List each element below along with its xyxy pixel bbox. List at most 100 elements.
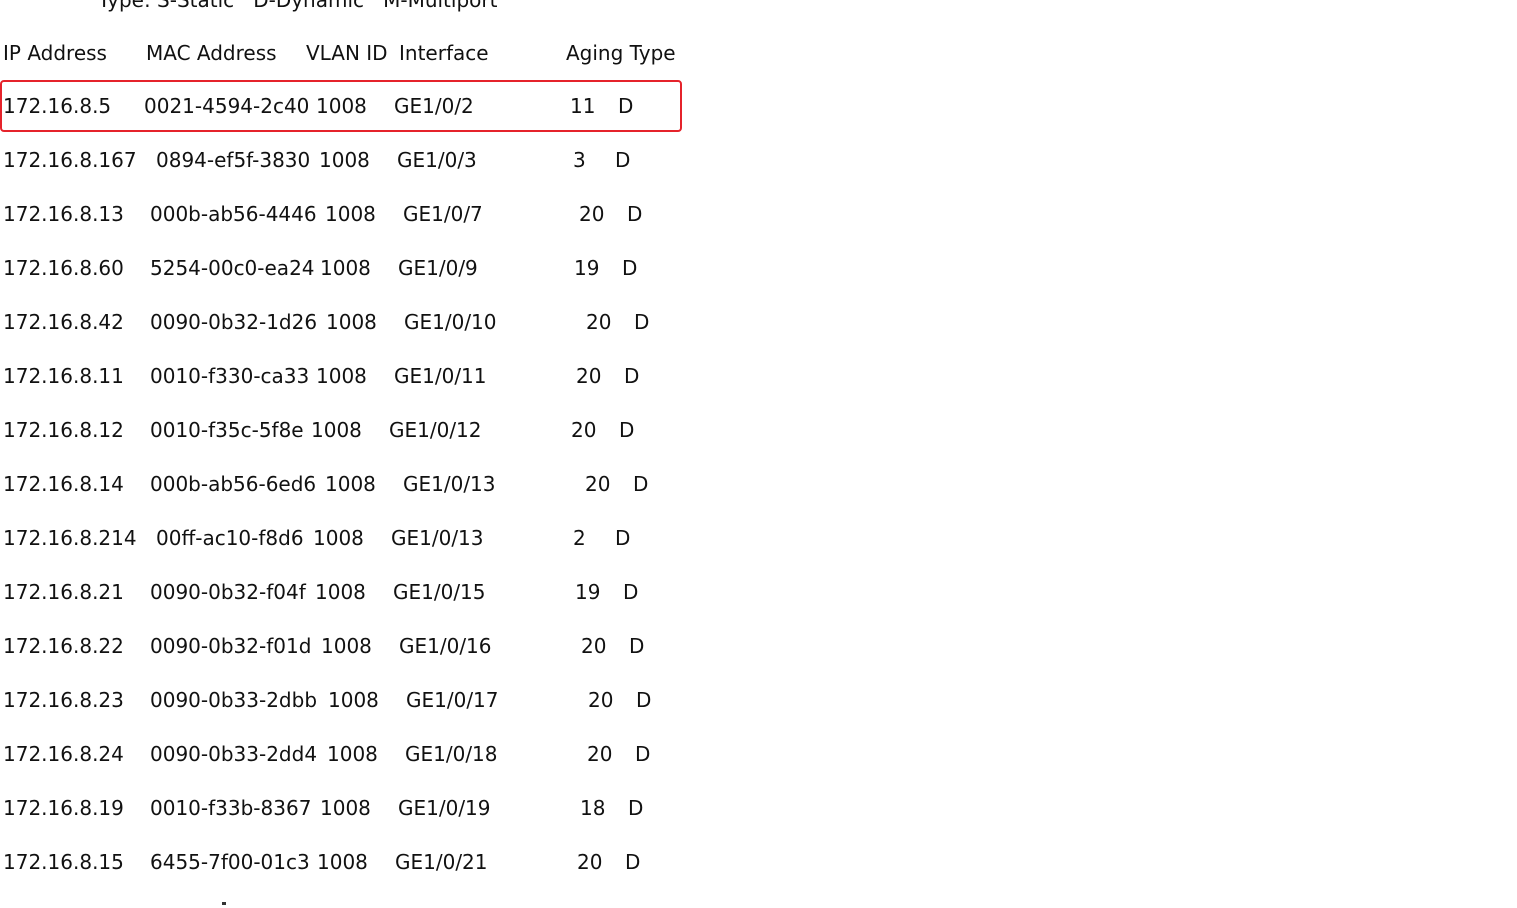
type-cell: D xyxy=(634,310,650,334)
vlan-cell: 1008 xyxy=(328,688,379,712)
table-row: 172.16.8.22 0090-0b32-f01d 1008 GE1/0/16 20 D xyxy=(3,631,703,661)
header-mac-address: MAC Address xyxy=(146,41,277,65)
vlan-cell: 1008 xyxy=(320,796,371,820)
ip-cell: 172.16.8.24 xyxy=(3,742,124,766)
mac-cell: 0090-0b33-2dd4 xyxy=(150,742,318,766)
table-row: 172.16.8.15 6455-7f00-01c3 1008 GE1/0/21 20 D xyxy=(3,847,703,877)
table-row: 172.16.8.11 0010-f330-ca33 1008 GE1/0/11 20 D xyxy=(3,361,703,391)
table-row: 172.16.8.167 0894-ef5f-3830 1008 GE1/0/3 3 D xyxy=(3,145,703,175)
interface-cell: GE1/0/13 xyxy=(403,472,496,496)
interface-cell: GE1/0/13 xyxy=(391,526,484,550)
vlan-cell: 1008 xyxy=(316,364,367,388)
type-cell: D xyxy=(619,418,635,442)
interface-cell: GE1/0/18 xyxy=(405,742,498,766)
type-cell: D xyxy=(636,688,652,712)
clipped-text-fragment xyxy=(222,902,226,905)
vlan-cell: 1008 xyxy=(320,256,371,280)
mac-cell: 0894-ef5f-3830 xyxy=(156,148,311,172)
interface-cell: GE1/0/11 xyxy=(394,364,487,388)
aging-cell: 11 xyxy=(570,94,596,118)
table-row: 172.16.8.42 0090-0b32-1d26 1008 GE1/0/10 20 D xyxy=(3,307,703,337)
vlan-cell: 1008 xyxy=(315,580,366,604)
aging-cell: 20 xyxy=(586,310,612,334)
vlan-cell: 1008 xyxy=(319,148,370,172)
ip-cell: 172.16.8.15 xyxy=(3,850,124,874)
table-row: 172.16.8.21 0090-0b32-f04f 1008 GE1/0/15 19 D xyxy=(3,577,703,607)
interface-cell: GE1/0/19 xyxy=(398,796,491,820)
table-row: 172.16.8.13 000b-ab56-4446 1008 GE1/0/7 20 D xyxy=(3,199,703,229)
type-cell: D xyxy=(624,364,640,388)
type-cell: D xyxy=(633,472,649,496)
vlan-cell: 1008 xyxy=(325,472,376,496)
ip-cell: 172.16.8.11 xyxy=(3,364,124,388)
aging-cell: 20 xyxy=(579,202,605,226)
table-row: 172.16.8.19 0010-f33b-8367 1008 GE1/0/19 18 D xyxy=(3,793,703,823)
aging-cell: 20 xyxy=(587,742,613,766)
table-row: 172.16.8.60 5254-00c0-ea24 1008 GE1/0/9 19 D xyxy=(3,253,703,283)
header-vlan-id: VLAN ID xyxy=(306,41,388,65)
table-row: 172.16.8.214 00ff-ac10-f8d6 1008 GE1/0/13 2 D xyxy=(3,523,703,553)
aging-cell: 19 xyxy=(574,256,600,280)
interface-cell: GE1/0/15 xyxy=(393,580,486,604)
mac-cell: 0010-f330-ca33 xyxy=(150,364,310,388)
vlan-cell: 1008 xyxy=(313,526,364,550)
mac-cell: 000b-ab56-6ed6 xyxy=(150,472,317,496)
type-cell: D xyxy=(628,796,644,820)
ip-cell: 172.16.8.5 xyxy=(3,94,112,118)
ip-cell: 172.16.8.12 xyxy=(3,418,124,442)
interface-cell: GE1/0/17 xyxy=(406,688,499,712)
interface-cell: GE1/0/2 xyxy=(394,94,474,118)
ip-cell: 172.16.8.23 xyxy=(3,688,124,712)
interface-cell: GE1/0/21 xyxy=(395,850,488,874)
ip-cell: 172.16.8.13 xyxy=(3,202,124,226)
vlan-cell: 1008 xyxy=(317,850,368,874)
aging-cell: 20 xyxy=(571,418,597,442)
vlan-cell: 1008 xyxy=(327,742,378,766)
interface-cell: GE1/0/3 xyxy=(397,148,477,172)
aging-cell: 2 xyxy=(573,526,586,550)
type-cell: D xyxy=(623,580,639,604)
aging-cell: 20 xyxy=(581,634,607,658)
mac-cell: 0010-f35c-5f8e xyxy=(150,418,304,442)
table-row: 172.16.8.23 0090-0b33-2dbb 1008 GE1/0/17 20 D xyxy=(3,685,703,715)
ip-cell: 172.16.8.214 xyxy=(3,526,137,550)
table-row: 172.16.8.24 0090-0b33-2dd4 1008 GE1/0/18 20 D xyxy=(3,739,703,769)
interface-cell: GE1/0/7 xyxy=(403,202,483,226)
vlan-cell: 1008 xyxy=(325,202,376,226)
type-cell: D xyxy=(625,850,641,874)
aging-cell: 18 xyxy=(580,796,606,820)
ip-cell: 172.16.8.42 xyxy=(3,310,124,334)
header-ip-address: IP Address xyxy=(3,41,107,65)
type-cell: D xyxy=(618,94,634,118)
type-cell: D xyxy=(622,256,638,280)
header-aging-type: Aging Type xyxy=(566,41,676,65)
table-row: 172.16.8.14 000b-ab56-6ed6 1008 GE1/0/13 20 D xyxy=(3,469,703,499)
mac-cell: 0090-0b32-f01d xyxy=(150,634,312,658)
mac-cell: 00ff-ac10-f8d6 xyxy=(156,526,304,550)
aging-cell: 20 xyxy=(576,364,602,388)
interface-cell: GE1/0/10 xyxy=(404,310,497,334)
mac-cell: 0010-f33b-8367 xyxy=(150,796,312,820)
aging-cell: 20 xyxy=(577,850,603,874)
ip-cell: 172.16.8.21 xyxy=(3,580,124,604)
ip-cell: 172.16.8.14 xyxy=(3,472,124,496)
mac-cell: 0021-4594-2c40 xyxy=(144,94,310,118)
type-cell: D xyxy=(615,526,631,550)
mac-cell: 6455-7f00-01c3 xyxy=(150,850,310,874)
table-header: IP Address MAC Address VLAN ID Interface… xyxy=(3,38,703,68)
interface-cell: GE1/0/12 xyxy=(389,418,482,442)
vlan-cell: 1008 xyxy=(316,94,367,118)
aging-cell: 19 xyxy=(575,580,601,604)
aging-cell: 20 xyxy=(585,472,611,496)
mac-cell: 000b-ab56-4446 xyxy=(150,202,317,226)
header-interface: Interface xyxy=(399,41,489,65)
type-cell: D xyxy=(615,148,631,172)
mac-cell: 5254-00c0-ea24 xyxy=(150,256,315,280)
aging-cell: 20 xyxy=(588,688,614,712)
vlan-cell: 1008 xyxy=(326,310,377,334)
type-cell: D xyxy=(629,634,645,658)
type-cell: D xyxy=(627,202,643,226)
interface-cell: GE1/0/9 xyxy=(398,256,478,280)
table-row: 172.16.8.5 0021-4594-2c40 1008 GE1/0/2 11 D xyxy=(3,91,703,121)
type-cell: D xyxy=(635,742,651,766)
